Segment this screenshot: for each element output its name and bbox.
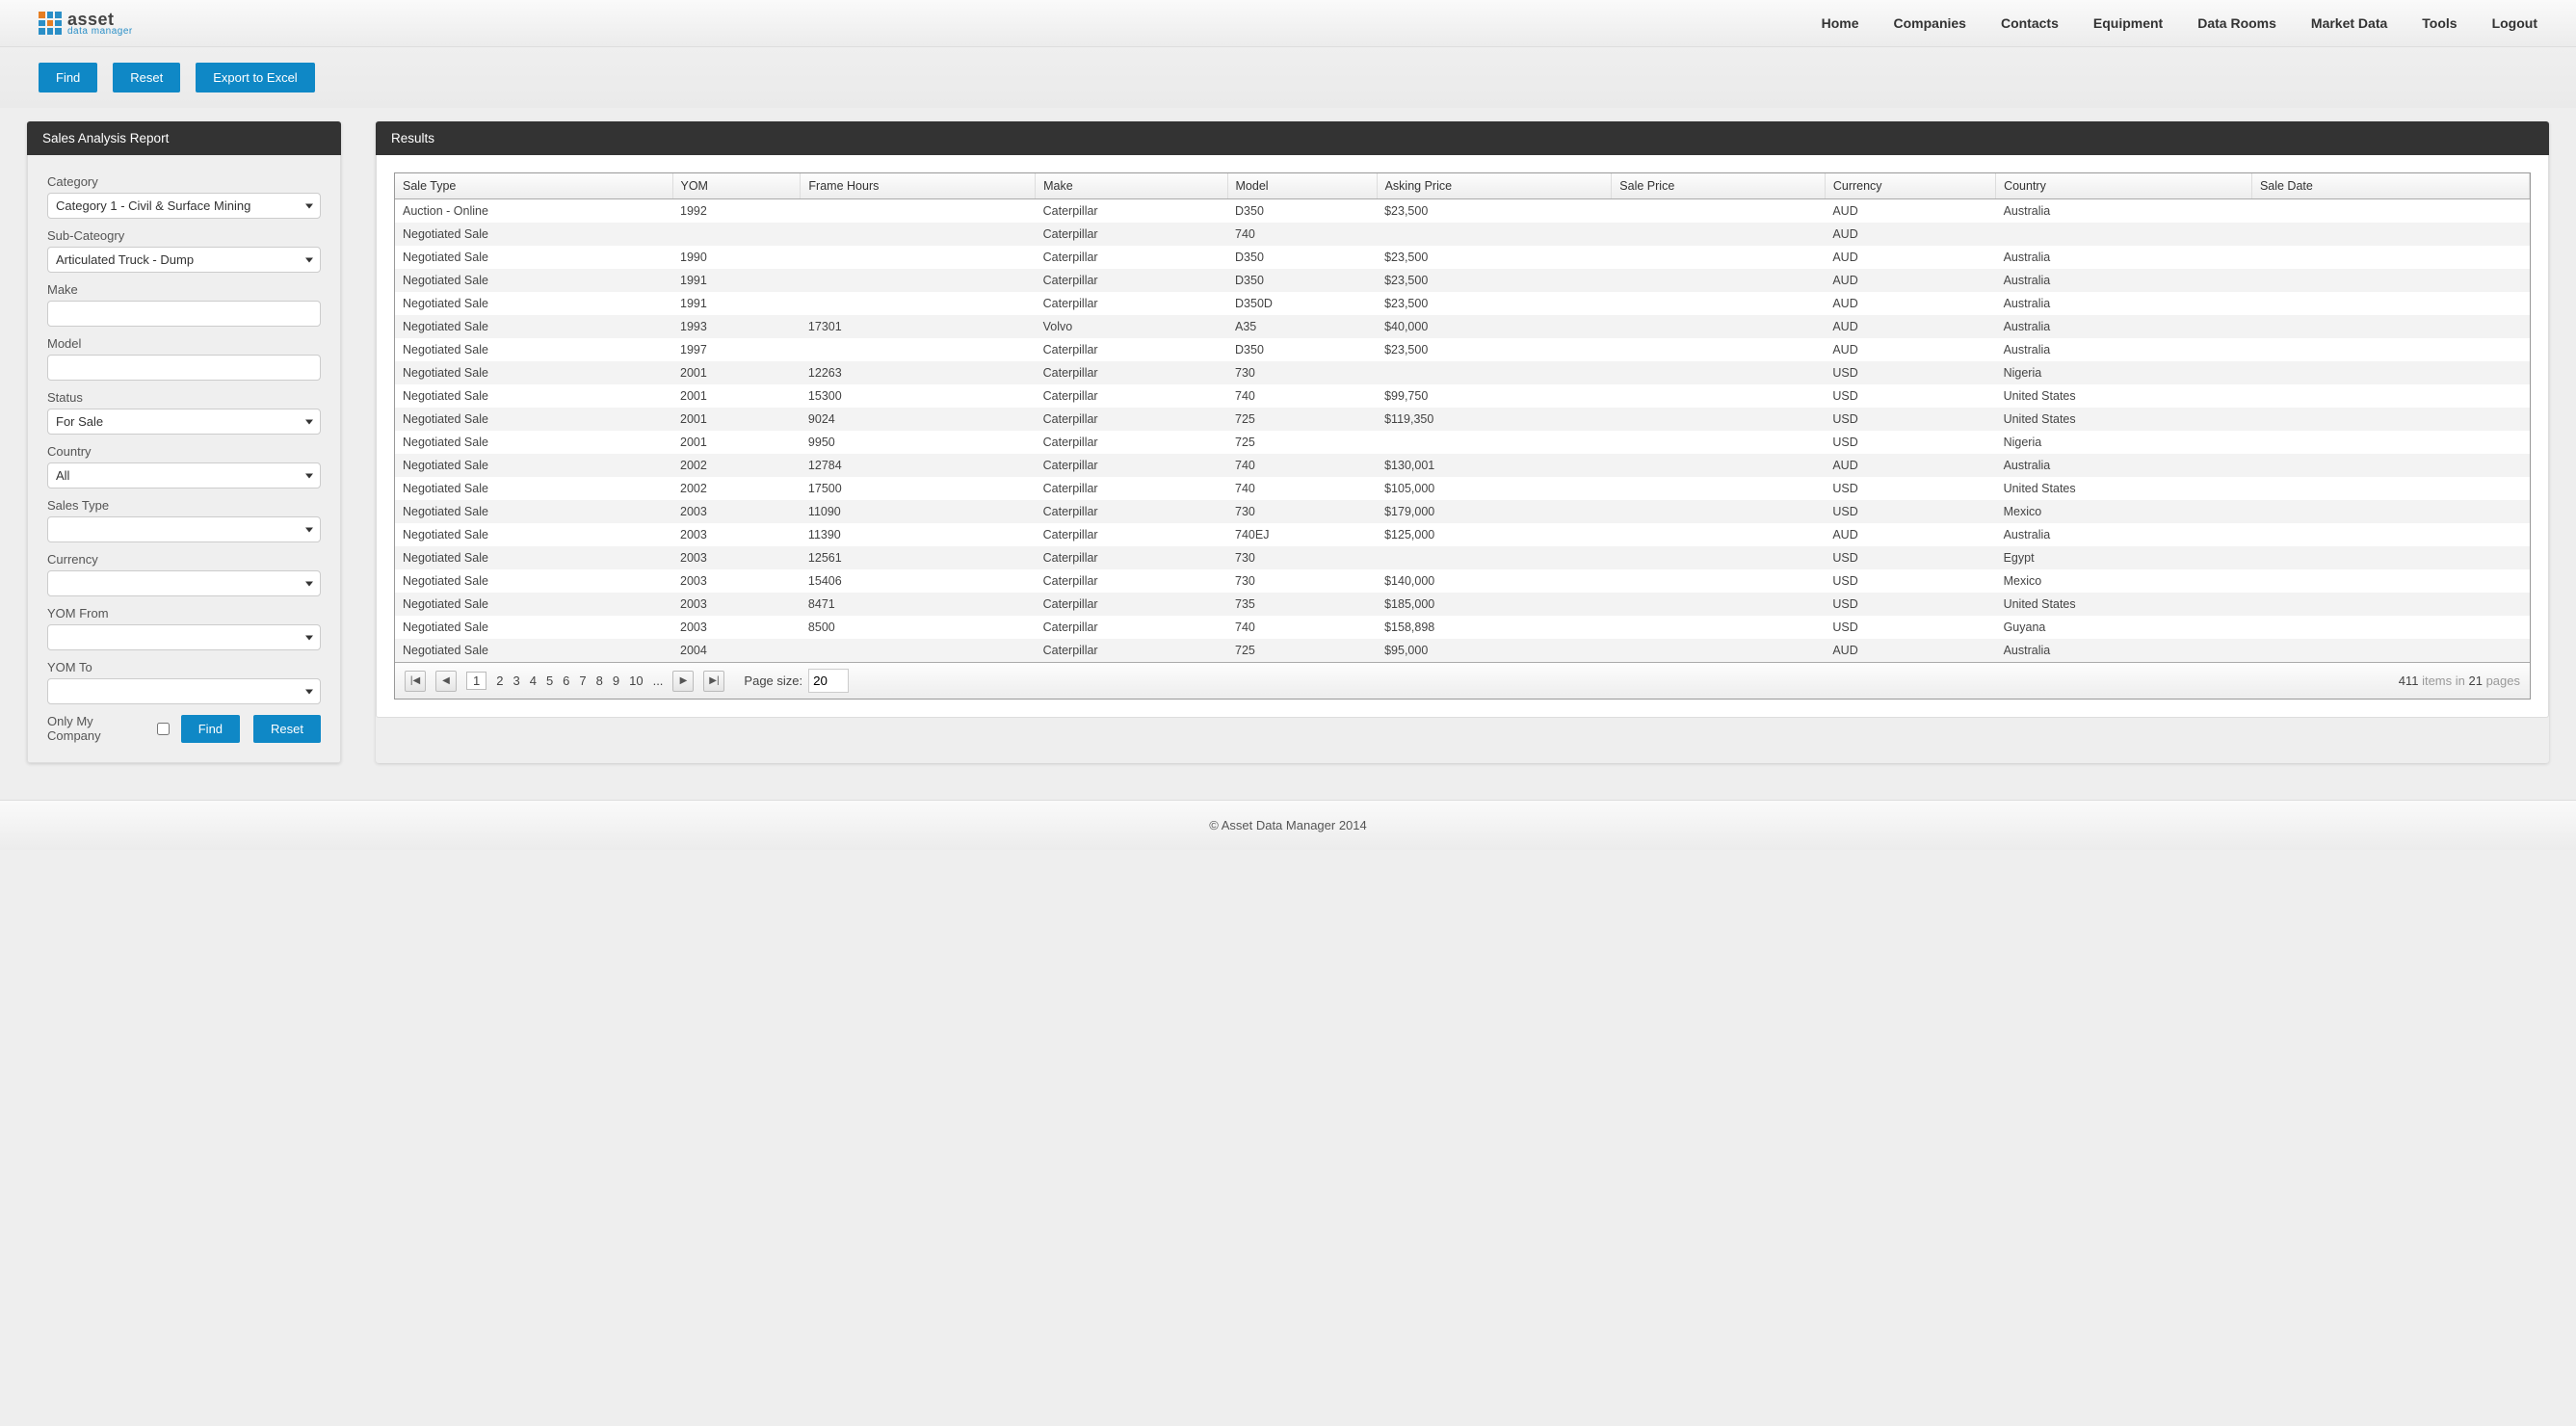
category-select[interactable]: Category 1 - Civil & Surface Mining <box>47 193 321 219</box>
logo: asset data manager <box>39 10 133 37</box>
footer: © Asset Data Manager 2014 <box>0 800 2576 850</box>
yomfrom-select[interactable] <box>47 624 321 650</box>
col-model[interactable]: Model <box>1227 173 1377 199</box>
table-row[interactable]: Negotiated Sale199317301VolvoA35$40,000A… <box>395 315 2530 338</box>
subcategory-label: Sub-Cateogry <box>47 228 321 243</box>
table-row[interactable]: Negotiated Sale200217500Caterpillar740$1… <box>395 477 2530 500</box>
salestype-select[interactable] <box>47 516 321 542</box>
filter-panel: Sales Analysis Report Category Category … <box>27 121 341 763</box>
yomfrom-label: YOM From <box>47 606 321 621</box>
page-numbers: 123456789 10... <box>466 672 663 690</box>
table-row[interactable]: Negotiated Sale1991CaterpillarD350D$23,5… <box>395 292 2530 315</box>
sidebar-find-button[interactable]: Find <box>181 715 240 743</box>
page-2[interactable]: 2 <box>496 673 503 688</box>
table-row[interactable]: Negotiated Sale20019024Caterpillar725$11… <box>395 408 2530 431</box>
model-label: Model <box>47 336 321 351</box>
find-button[interactable]: Find <box>39 63 97 92</box>
table-row[interactable]: Negotiated Sale20038500Caterpillar740$15… <box>395 616 2530 639</box>
nav-home[interactable]: Home <box>1822 15 1859 31</box>
nav-contacts[interactable]: Contacts <box>2001 15 2059 31</box>
page-5[interactable]: 5 <box>546 673 553 688</box>
sidebar-reset-button[interactable]: Reset <box>253 715 321 743</box>
logo-icon <box>39 12 62 35</box>
page-4[interactable]: 4 <box>530 673 537 688</box>
col-sale-date[interactable]: Sale Date <box>2251 173 2529 199</box>
table-row[interactable]: Negotiated Sale20019950Caterpillar725USD… <box>395 431 2530 454</box>
table-row[interactable]: Negotiated Sale200312561Caterpillar730US… <box>395 546 2530 569</box>
table-row[interactable]: Negotiated Sale200112263Caterpillar730US… <box>395 361 2530 384</box>
page-10[interactable]: 10 <box>629 673 643 688</box>
yomto-label: YOM To <box>47 660 321 674</box>
results-panel: Results Sale TypeYOMFrame HoursMakeModel… <box>376 121 2549 763</box>
salestype-label: Sales Type <box>47 498 321 513</box>
model-input[interactable] <box>47 355 321 381</box>
table-row[interactable]: Negotiated Sale1990CaterpillarD350$23,50… <box>395 246 2530 269</box>
col-asking-price[interactable]: Asking Price <box>1377 173 1612 199</box>
col-frame-hours[interactable]: Frame Hours <box>801 173 1036 199</box>
content-area: Sales Analysis Report Category Category … <box>0 108 2576 790</box>
action-toolbar: Find Reset Export to Excel <box>0 47 2576 108</box>
subcategory-select[interactable]: Articulated Truck - Dump <box>47 247 321 273</box>
table-row[interactable]: Auction - Online1992CaterpillarD350$23,5… <box>395 199 2530 224</box>
make-label: Make <box>47 282 321 297</box>
page-size-input[interactable] <box>808 669 849 693</box>
table-row[interactable]: Negotiated Sale200315406Caterpillar730$1… <box>395 569 2530 593</box>
page-3[interactable]: 3 <box>513 673 519 688</box>
col-sale-price[interactable]: Sale Price <box>1612 173 1826 199</box>
nav-equipment[interactable]: Equipment <box>2093 15 2163 31</box>
main-nav: Home Companies Contacts Equipment Data Rooms… <box>1822 15 2537 31</box>
results-title: Results <box>376 121 2549 155</box>
reset-button[interactable]: Reset <box>113 63 180 92</box>
pager-info: 411 items in 21 pages <box>2399 673 2520 688</box>
table-row[interactable]: Negotiated Sale20038471Caterpillar735$18… <box>395 593 2530 616</box>
results-table: Sale TypeYOMFrame HoursMakeModelAsking P… <box>395 173 2530 662</box>
nav-logout[interactable]: Logout <box>2492 15 2537 31</box>
next-page-button[interactable]: ▶ <box>672 671 694 692</box>
currency-select[interactable] <box>47 570 321 596</box>
pager: |◀ ◀ 123456789 10... ▶ ▶| Page size: 411 … <box>395 662 2530 699</box>
nav-market-data[interactable]: Market Data <box>2311 15 2387 31</box>
top-bar: asset data manager Home Companies Contacts… <box>0 0 2576 47</box>
first-page-button[interactable]: |◀ <box>405 671 426 692</box>
last-page-button[interactable]: ▶| <box>703 671 724 692</box>
country-label: Country <box>47 444 321 459</box>
table-row[interactable]: Negotiated Sale200311390Caterpillar740EJ… <box>395 523 2530 546</box>
currency-label: Currency <box>47 552 321 567</box>
nav-tools[interactable]: Tools <box>2422 15 2457 31</box>
table-row[interactable]: Negotiated Sale1991CaterpillarD350$23,50… <box>395 269 2530 292</box>
col-make[interactable]: Make <box>1036 173 1227 199</box>
page-7[interactable]: 7 <box>579 673 586 688</box>
page-9[interactable]: 9 <box>613 673 619 688</box>
table-row[interactable]: Negotiated Sale200212784Caterpillar740$1… <box>395 454 2530 477</box>
table-row[interactable]: Negotiated Sale200311090Caterpillar730$1… <box>395 500 2530 523</box>
table-row[interactable]: Negotiated Sale200115300Caterpillar740$9… <box>395 384 2530 408</box>
country-select[interactable]: All <box>47 462 321 489</box>
col-sale-type[interactable]: Sale Type <box>395 173 672 199</box>
nav-companies[interactable]: Companies <box>1894 15 1966 31</box>
table-row[interactable]: Negotiated SaleCaterpillar740AUD <box>395 223 2530 246</box>
col-yom[interactable]: YOM <box>672 173 801 199</box>
status-label: Status <box>47 390 321 405</box>
filter-panel-title: Sales Analysis Report <box>27 121 341 155</box>
only-my-company-checkbox[interactable] <box>157 723 170 735</box>
export-excel-button[interactable]: Export to Excel <box>196 63 314 92</box>
page-6[interactable]: 6 <box>563 673 569 688</box>
col-country[interactable]: Country <box>1996 173 2252 199</box>
prev-page-button[interactable]: ◀ <box>435 671 457 692</box>
status-select[interactable]: For Sale <box>47 409 321 435</box>
table-row[interactable]: Negotiated Sale1997CaterpillarD350$23,50… <box>395 338 2530 361</box>
logo-subtext: data manager <box>67 26 133 37</box>
category-label: Category <box>47 174 321 189</box>
page-size-label: Page size: <box>744 673 802 688</box>
yomto-select[interactable] <box>47 678 321 704</box>
page-1[interactable]: 1 <box>466 672 486 690</box>
make-input[interactable] <box>47 301 321 327</box>
page-...[interactable]: ... <box>653 673 664 688</box>
table-row[interactable]: Negotiated Sale2004Caterpillar725$95,000… <box>395 639 2530 662</box>
page-8[interactable]: 8 <box>596 673 603 688</box>
nav-data-rooms[interactable]: Data Rooms <box>2197 15 2276 31</box>
only-my-company-label: Only My Company <box>47 714 145 743</box>
col-currency[interactable]: Currency <box>1825 173 1995 199</box>
